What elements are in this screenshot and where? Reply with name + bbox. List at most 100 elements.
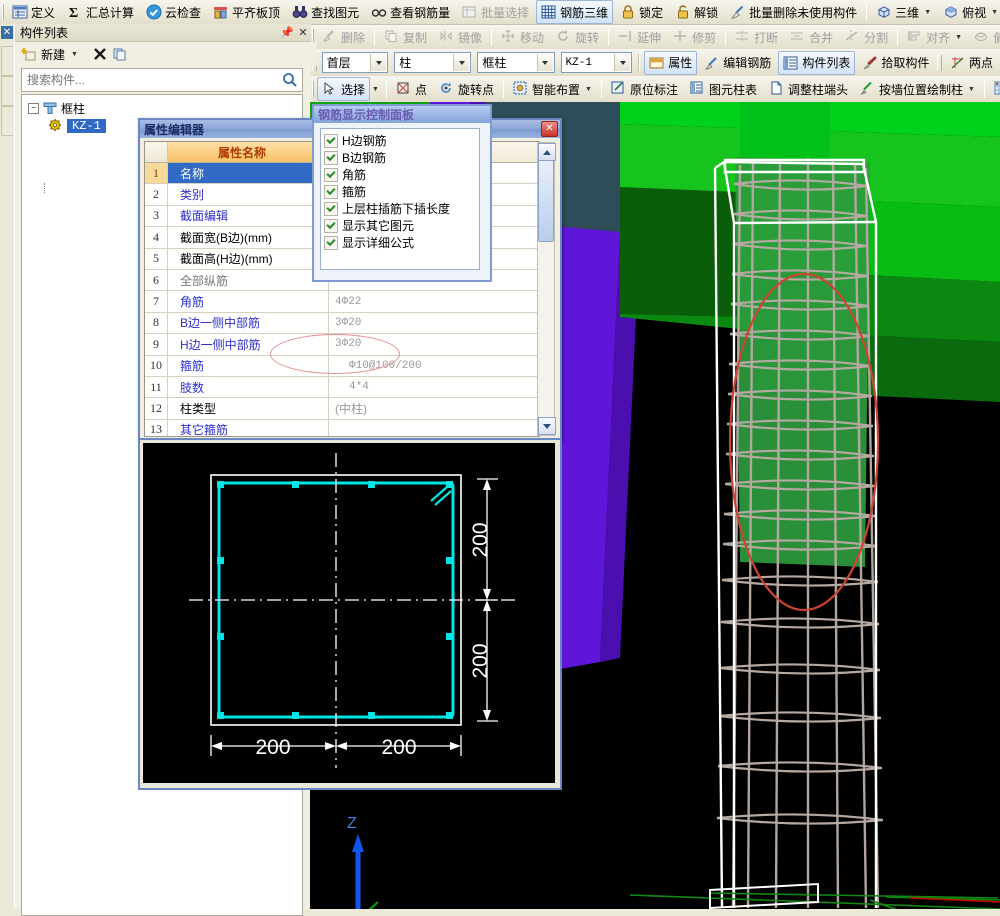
new-button-label[interactable]: 新建 [41,46,65,63]
edit-button-move[interactable]: 移动 [496,25,549,49]
chevron-down-icon[interactable]: ▼ [955,34,962,41]
row-value[interactable]: 3Φ20 [329,313,539,333]
toolbar-button-top-view[interactable]: 俯视 ▼ [938,0,1000,24]
draw-button-smart-layout[interactable]: 智能布置 ▼ [508,77,597,101]
checkbox-b-side-rebar[interactable] [324,150,338,165]
close-icon[interactable]: ✕ [295,26,311,39]
chevron-down-icon[interactable]: ▼ [924,9,931,16]
row-value[interactable]: 3Φ20 [329,334,539,354]
search-component-box[interactable] [21,68,303,92]
expander-icon[interactable]: − [28,102,39,114]
chevron-down-icon[interactable]: ▼ [71,51,78,58]
checkbox-h-side-rebar[interactable] [324,133,338,148]
table-row[interactable]: 13 其它箍筋 [145,419,539,436]
rebar-panel-title-bar[interactable]: 钢筋显示控制面板 [314,106,490,123]
list-item[interactable]: 箍筋 [324,183,479,200]
table-row[interactable]: 11 肢数 4*4 [145,376,539,399]
edit-button-align[interactable]: 对齐 ▼ [902,25,967,49]
button-pick-component[interactable]: 拾取构件 [857,51,934,75]
table-row[interactable]: 8 B边一侧中部筋 3Φ20 [145,312,539,335]
edit-button-copy[interactable]: 复制 [379,25,432,49]
floor-selector[interactable]: 首层 [321,52,389,73]
draw-button-select[interactable]: 选择 [317,77,371,101]
tree-node-frame-column[interactable]: − 框柱 [22,99,302,117]
toolbar-button-view-rebar-qty[interactable]: 查看钢筋量 [366,0,455,24]
button-edit-rebar[interactable]: 编辑钢筋 [699,51,776,75]
edit-button-merge[interactable]: 合并 [785,25,838,49]
row-value[interactable]: (中柱) [329,398,539,418]
scroll-up-button[interactable] [538,143,556,161]
edit-button-split[interactable]: 分割 [840,25,893,49]
toolbar-button-batch-select[interactable]: 批量选择 [457,0,534,24]
scroll-down-button[interactable] [538,417,556,435]
edit-button-trim[interactable]: 修剪 [668,25,721,49]
category-selector[interactable]: 柱 [394,52,472,73]
toolbar-button-batch-delete-unused[interactable]: 批量删除未使用构件 [725,0,862,24]
button-two-point[interactable]: 两点 [945,51,998,75]
chevron-down-icon[interactable]: ▼ [968,86,975,93]
draw-button-point[interactable]: 点 [391,77,432,101]
toolbar-grip[interactable] [937,54,942,71]
draw-button-auto-judge[interactable]: 自动判 [989,77,1000,101]
toolbar-button-align-slab-top[interactable]: 平齐板顶 [208,0,285,24]
search-icon[interactable] [278,72,302,88]
row-value[interactable]: 4Φ22 [329,291,539,311]
close-button[interactable]: ✕ [541,121,558,137]
component-selector[interactable]: KZ-1 [560,52,633,73]
chevron-down-icon[interactable]: ▼ [372,86,379,93]
table-row[interactable]: 12 柱类型 (中柱) [145,398,539,420]
toolbar-button-lock[interactable]: 锁定 [615,0,668,24]
edit-button-offset[interactable]: 偏移 [969,25,1000,49]
row-value[interactable] [329,420,539,436]
chevron-down-icon[interactable]: ▼ [991,9,998,16]
toolbar-button-3d-view[interactable]: 三维 ▼ [871,0,936,24]
chevron-down-icon[interactable] [614,54,631,71]
draw-button-adjust-column-end[interactable]: 调整柱端头 [764,77,853,101]
type-selector[interactable]: 框柱 [477,52,555,73]
list-item[interactable]: B边钢筋 [324,149,479,166]
toolbar-grip[interactable] [2,4,4,20]
checkbox-corner-rebar[interactable] [324,167,338,182]
row-value-stirrup[interactable]: Φ10@100/200 [329,356,539,376]
rebar-options-list[interactable]: H边钢筋 B边钢筋 角筋 箍筋 上层柱插筋下插长度 显示其它图元 显示详细公式 [320,128,480,270]
checkbox-show-other-elements[interactable] [324,218,338,233]
section-canvas[interactable]: 200 200 200 200 [143,443,555,783]
draw-button-rotate-point[interactable]: 旋转点 [434,77,499,101]
new-icon[interactable] [21,46,37,62]
list-item[interactable]: 显示其它图元 [324,217,479,234]
list-item[interactable]: H边钢筋 [324,132,479,149]
close-dock-icon[interactable]: ✕ [1,26,13,39]
button-properties[interactable]: 属性 [644,50,698,75]
table-row[interactable]: 10 箍筋 Φ10@100/200 [145,355,539,377]
button-component-list[interactable]: 构件列表 [778,50,856,75]
edit-button-extend[interactable]: 延伸 [613,25,666,49]
toolbar-button-cloud-check[interactable]: 云检查 [141,0,206,24]
copy-icon[interactable] [112,46,128,62]
table-row[interactable]: 9 H边一侧中部筋 3Φ20 [145,334,539,356]
row-value[interactable]: 4*4 [329,377,539,397]
pin-icon[interactable]: 📌 [279,26,295,39]
toolbar-button-unlock[interactable]: 解锁 [670,0,723,24]
scrollbar-thumb[interactable] [538,160,554,242]
edit-button-mirror[interactable]: 镜像 [434,25,487,49]
toolbar-button-summary-calc[interactable]: Σ 汇总计算 [62,0,139,24]
list-item[interactable]: 上层柱插筋下插长度 [324,200,479,217]
table-row[interactable]: 7 角筋 4Φ22 [145,291,539,313]
draw-button-insitu-annotate[interactable]: 原位标注 [606,77,683,101]
toolbar-grip[interactable] [312,81,314,97]
dock-tab-stub-2[interactable] [1,76,13,106]
checkbox-show-detail-formula[interactable] [324,235,338,250]
search-input[interactable] [22,72,278,88]
list-item[interactable]: 角筋 [324,166,479,183]
chevron-down-icon[interactable] [536,54,553,71]
draw-button-draw-by-wall[interactable]: 按墙位置绘制柱 ▼ [855,77,980,101]
chevron-down-icon[interactable]: ▼ [585,86,592,93]
checkbox-stirrup[interactable] [324,184,338,199]
checkbox-upper-column-dowel-length[interactable] [324,201,338,216]
chevron-down-icon[interactable] [370,54,387,71]
toolbar-button-define[interactable]: 定义 [7,0,60,24]
edit-button-delete[interactable]: 删除 [317,25,370,49]
edit-button-break[interactable]: 打断 [730,25,783,49]
delete-x-icon[interactable] [92,46,108,62]
edit-button-rotate[interactable]: 旋转 [551,25,604,49]
